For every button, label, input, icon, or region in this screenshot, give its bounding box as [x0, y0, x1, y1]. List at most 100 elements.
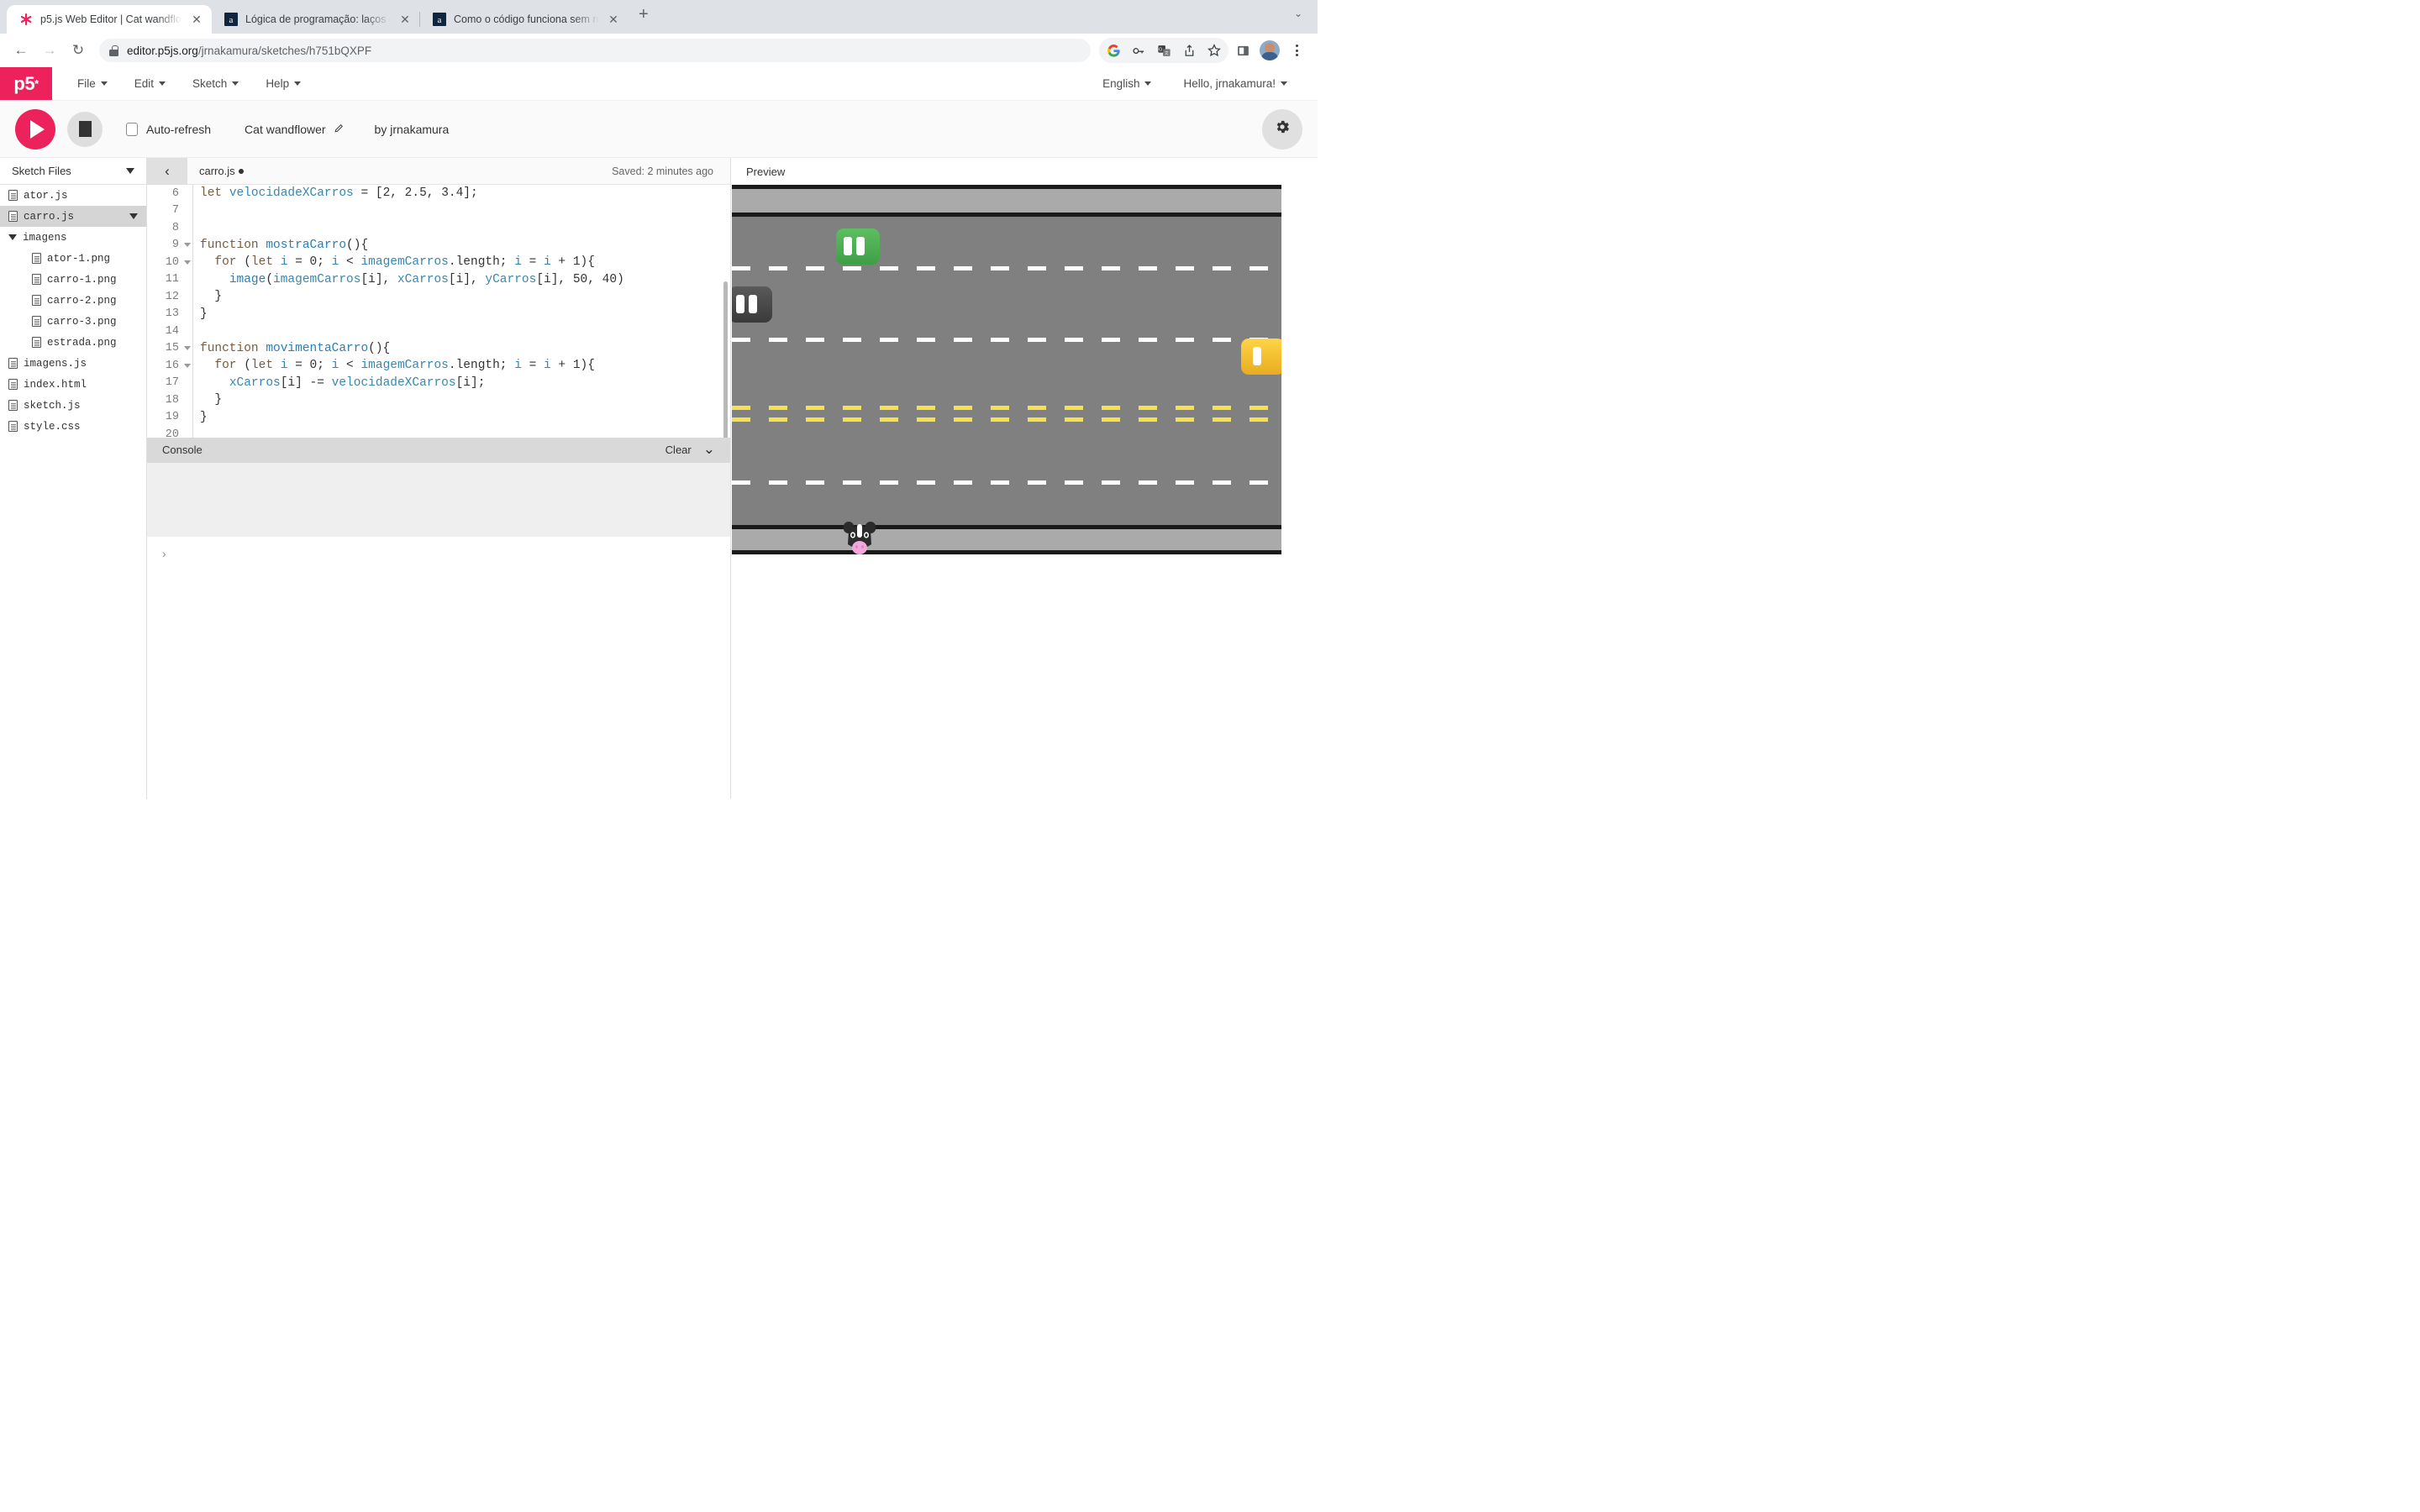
reload-button[interactable]: ↻ — [66, 38, 91, 63]
file-item-label: estrada.png — [47, 336, 117, 349]
sidebar-header[interactable]: Sketch Files — [0, 158, 146, 185]
code-fold-icon[interactable] — [182, 243, 192, 248]
code-line-16[interactable]: 16 for (let i = 0; i < imagemCarros.leng… — [147, 357, 730, 375]
code-line-10[interactable]: 10 for (let i = 0; i < imagemCarros.leng… — [147, 254, 730, 271]
auto-refresh-checkbox[interactable] — [126, 122, 138, 136]
sidebar-title: Sketch Files — [12, 165, 71, 177]
code-line-6[interactable]: 6 let velocidadeXCarros = [2, 2.5, 3.4]; — [147, 185, 730, 202]
chevron-down-icon — [232, 81, 239, 86]
code-line-13[interactable]: 13} — [147, 306, 730, 323]
save-status: Saved: 2 minutes ago — [612, 165, 713, 177]
console-header[interactable]: Console Clear ⌄ — [147, 437, 730, 463]
stop-button[interactable] — [67, 111, 103, 147]
code-line-11[interactable]: 11 image(imagemCarros[i], xCarros[i], yC… — [147, 271, 730, 289]
menu-edit[interactable]: Edit — [121, 77, 179, 90]
browser-toolbar-icons: G文 — [1099, 38, 1309, 63]
cow-actor — [843, 519, 876, 554]
file-icon — [8, 211, 18, 222]
p5-logo[interactable]: p5 * — [0, 67, 52, 100]
code-fold-icon[interactable] — [182, 363, 192, 368]
editor-file-tab[interactable]: carro.js — [187, 165, 255, 177]
settings-button[interactable] — [1262, 108, 1302, 150]
tab-close-icon[interactable]: ✕ — [190, 13, 203, 27]
play-button[interactable] — [15, 108, 55, 150]
file-item-imagens[interactable]: imagens — [0, 227, 146, 248]
center-dash-yellow-1 — [732, 406, 1281, 410]
file-item-carro-1-png[interactable]: carro-1.png — [0, 269, 146, 290]
folder-expand-icon[interactable] — [8, 234, 17, 240]
file-item-carro-js[interactable]: carro.js — [0, 206, 146, 227]
alura-icon: a — [224, 13, 238, 27]
browser-tab-1[interactable]: a Lógica de programação: laços e co ✕ — [212, 5, 420, 34]
collapse-sidebar-button[interactable]: ‹ — [147, 157, 187, 185]
line-number: 7 — [171, 204, 179, 218]
file-item-carro-3-png[interactable]: carro-3.png — [0, 311, 146, 332]
file-item-style-css[interactable]: style.css — [0, 416, 146, 437]
code-line-17[interactable]: 17 xCarros[i] -= velocidadeXCarros[i]; — [147, 375, 730, 392]
sketch-name[interactable]: Cat wandflower — [245, 123, 345, 136]
file-item-label: sketch.js — [24, 399, 81, 412]
file-item-imagens-js[interactable]: imagens.js — [0, 353, 146, 374]
language-selector[interactable]: English — [1089, 77, 1165, 90]
editor-tabbar: ‹ carro.js Saved: 2 minutes ago — [147, 157, 730, 185]
file-item-label: style.css — [24, 420, 81, 433]
file-item-index-html[interactable]: index.html — [0, 374, 146, 395]
code-line-14[interactable]: 14 — [147, 323, 730, 340]
file-item-estrada-png[interactable]: estrada.png — [0, 332, 146, 353]
share-icon[interactable] — [1176, 38, 1202, 63]
chevron-down-icon[interactable]: ⌄ — [1294, 8, 1318, 26]
account-menu[interactable]: Hello, jrnakamura! — [1170, 77, 1301, 90]
code-line-8[interactable]: 8 — [147, 219, 730, 237]
road-edge-top — [732, 185, 1281, 189]
editor-scrollbar[interactable] — [723, 281, 728, 438]
code-lines: 6 let velocidadeXCarros = [2, 2.5, 3.4]; 7… — [147, 185, 730, 438]
tab-close-icon[interactable]: ✕ — [607, 13, 620, 27]
tab-strip: p5.js Web Editor | Cat wandflower ✕ a Ló… — [0, 0, 1318, 34]
code-text: xCarros[i] -= velocidadeXCarros[i]; — [229, 375, 486, 390]
menu-file[interactable]: File — [64, 77, 121, 90]
side-panel-icon[interactable] — [1230, 38, 1255, 63]
code-fold-icon[interactable] — [182, 346, 192, 351]
browser-tab-2[interactable]: a Como o código funciona sem re ✕ — [419, 5, 629, 34]
translate-icon[interactable]: G文 — [1151, 38, 1176, 63]
console-clear-button[interactable]: Clear — [666, 444, 692, 456]
code-line-15[interactable]: 15 function movimentaCarro(){ — [147, 340, 730, 358]
file-item-sketch-js[interactable]: sketch.js — [0, 395, 146, 416]
chevron-down-icon[interactable] — [126, 168, 134, 174]
google-icon[interactable] — [1101, 38, 1126, 63]
file-item-label: index.html — [24, 378, 87, 391]
auto-refresh-toggle[interactable]: Auto-refresh — [126, 122, 211, 136]
file-item-ator-js[interactable]: ator.js — [0, 185, 146, 206]
line-number: 9 — [171, 239, 179, 252]
bookmark-star-icon[interactable] — [1202, 38, 1227, 63]
code-editor[interactable]: 6 let velocidadeXCarros = [2, 2.5, 3.4]; 7… — [147, 185, 730, 438]
tab-close-icon[interactable]: ✕ — [398, 13, 412, 27]
code-line-12[interactable]: 12 } — [147, 288, 730, 306]
code-line-18[interactable]: 18 } — [147, 391, 730, 409]
code-line-19[interactable]: 19} — [147, 409, 730, 427]
file-item-ator-1-png[interactable]: ator-1.png — [0, 248, 146, 269]
menu-sketch[interactable]: Sketch — [179, 77, 252, 90]
three-dot-menu-icon[interactable] — [1284, 38, 1309, 63]
code-fold-icon[interactable] — [182, 260, 192, 265]
file-icon — [32, 316, 41, 327]
sketch-canvas[interactable] — [732, 185, 1281, 554]
file-options-icon[interactable] — [129, 213, 138, 219]
chevron-down-icon[interactable]: ⌄ — [703, 442, 715, 456]
forward-button[interactable]: → — [37, 38, 62, 63]
browser-tab-0[interactable]: p5.js Web Editor | Cat wandflower ✕ — [7, 5, 212, 34]
line-number: 11 — [165, 273, 179, 286]
code-line-7[interactable]: 7 — [147, 202, 730, 220]
pencil-icon[interactable] — [334, 123, 345, 136]
back-button[interactable]: ← — [8, 38, 34, 63]
console-prompt-input[interactable]: › — [147, 536, 730, 799]
profile-avatar[interactable] — [1257, 38, 1282, 63]
code-line-20[interactable]: 20 — [147, 426, 730, 438]
file-item-carro-2-png[interactable]: carro-2.png — [0, 290, 146, 311]
new-tab-button[interactable]: + — [629, 6, 659, 28]
p5-navbar-right: English Hello, jrnakamura! — [1089, 67, 1318, 100]
code-line-9[interactable]: 9 function mostraCarro(){ — [147, 237, 730, 255]
key-icon[interactable] — [1126, 38, 1151, 63]
menu-help[interactable]: Help — [252, 77, 314, 90]
address-bar[interactable]: editor.p5js.org/jrnakamura/sketches/h751… — [99, 39, 1091, 62]
